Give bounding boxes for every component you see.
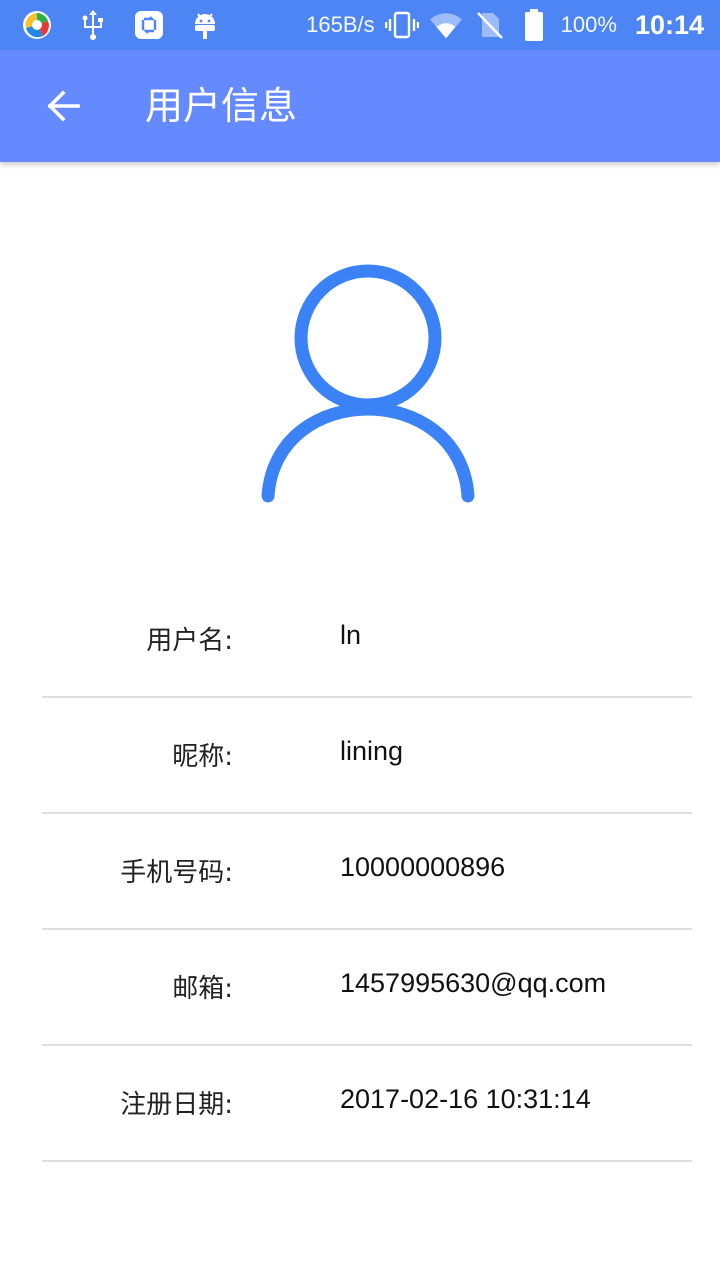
avatar[interactable] bbox=[258, 262, 478, 507]
info-row-register-date: 注册日期: 2017-02-16 10:31:14 bbox=[42, 1046, 692, 1162]
info-row-phone: 手机号码: 10000000896 bbox=[42, 814, 692, 930]
status-right: 165B/s 100% 10:14 bbox=[306, 0, 704, 50]
email-label: 邮箱: bbox=[172, 974, 233, 1004]
username-value: ln bbox=[340, 620, 362, 650]
app-icon bbox=[20, 8, 54, 42]
username-label: 用户名: bbox=[146, 626, 233, 656]
back-button[interactable] bbox=[36, 78, 92, 134]
network-speed: 165B/s bbox=[306, 12, 375, 37]
phone-label: 手机号码: bbox=[120, 858, 233, 888]
vibrate-icon bbox=[384, 8, 419, 42]
clock: 10:14 bbox=[634, 9, 704, 40]
user-info-list: 用户名: ln 昵称: lining 手机号码: 10000000896 邮箱:… bbox=[42, 582, 692, 1162]
wifi-icon bbox=[429, 8, 463, 42]
sync-icon bbox=[132, 8, 166, 42]
nickname-value: lining bbox=[340, 736, 404, 766]
usb-icon bbox=[76, 8, 110, 42]
nickname-label: 昵称: bbox=[172, 742, 233, 772]
battery-percent: 100% bbox=[560, 12, 617, 37]
status-left-icons bbox=[20, 8, 222, 42]
page-title: 用户信息 bbox=[145, 84, 298, 128]
user-outline-icon bbox=[261, 264, 475, 503]
email-value: 1457995630@qq.com bbox=[340, 968, 607, 998]
info-row-email: 邮箱: 1457995630@qq.com bbox=[42, 930, 692, 1046]
status-bar: 165B/s 100% 10:14 bbox=[0, 0, 720, 50]
register-date-label: 注册日期: bbox=[120, 1090, 233, 1120]
info-row-nickname: 昵称: lining bbox=[42, 698, 692, 814]
no-sim-icon bbox=[473, 8, 507, 42]
arrow-left-icon bbox=[47, 90, 80, 122]
register-date-value: 2017-02-16 10:31:14 bbox=[340, 1084, 591, 1114]
app-bar: 用户信息 bbox=[0, 50, 720, 162]
info-row-username: 用户名: ln bbox=[42, 582, 692, 698]
battery-icon bbox=[517, 8, 551, 42]
android-debug-icon bbox=[188, 8, 222, 42]
phone-value: 10000000896 bbox=[340, 852, 506, 882]
